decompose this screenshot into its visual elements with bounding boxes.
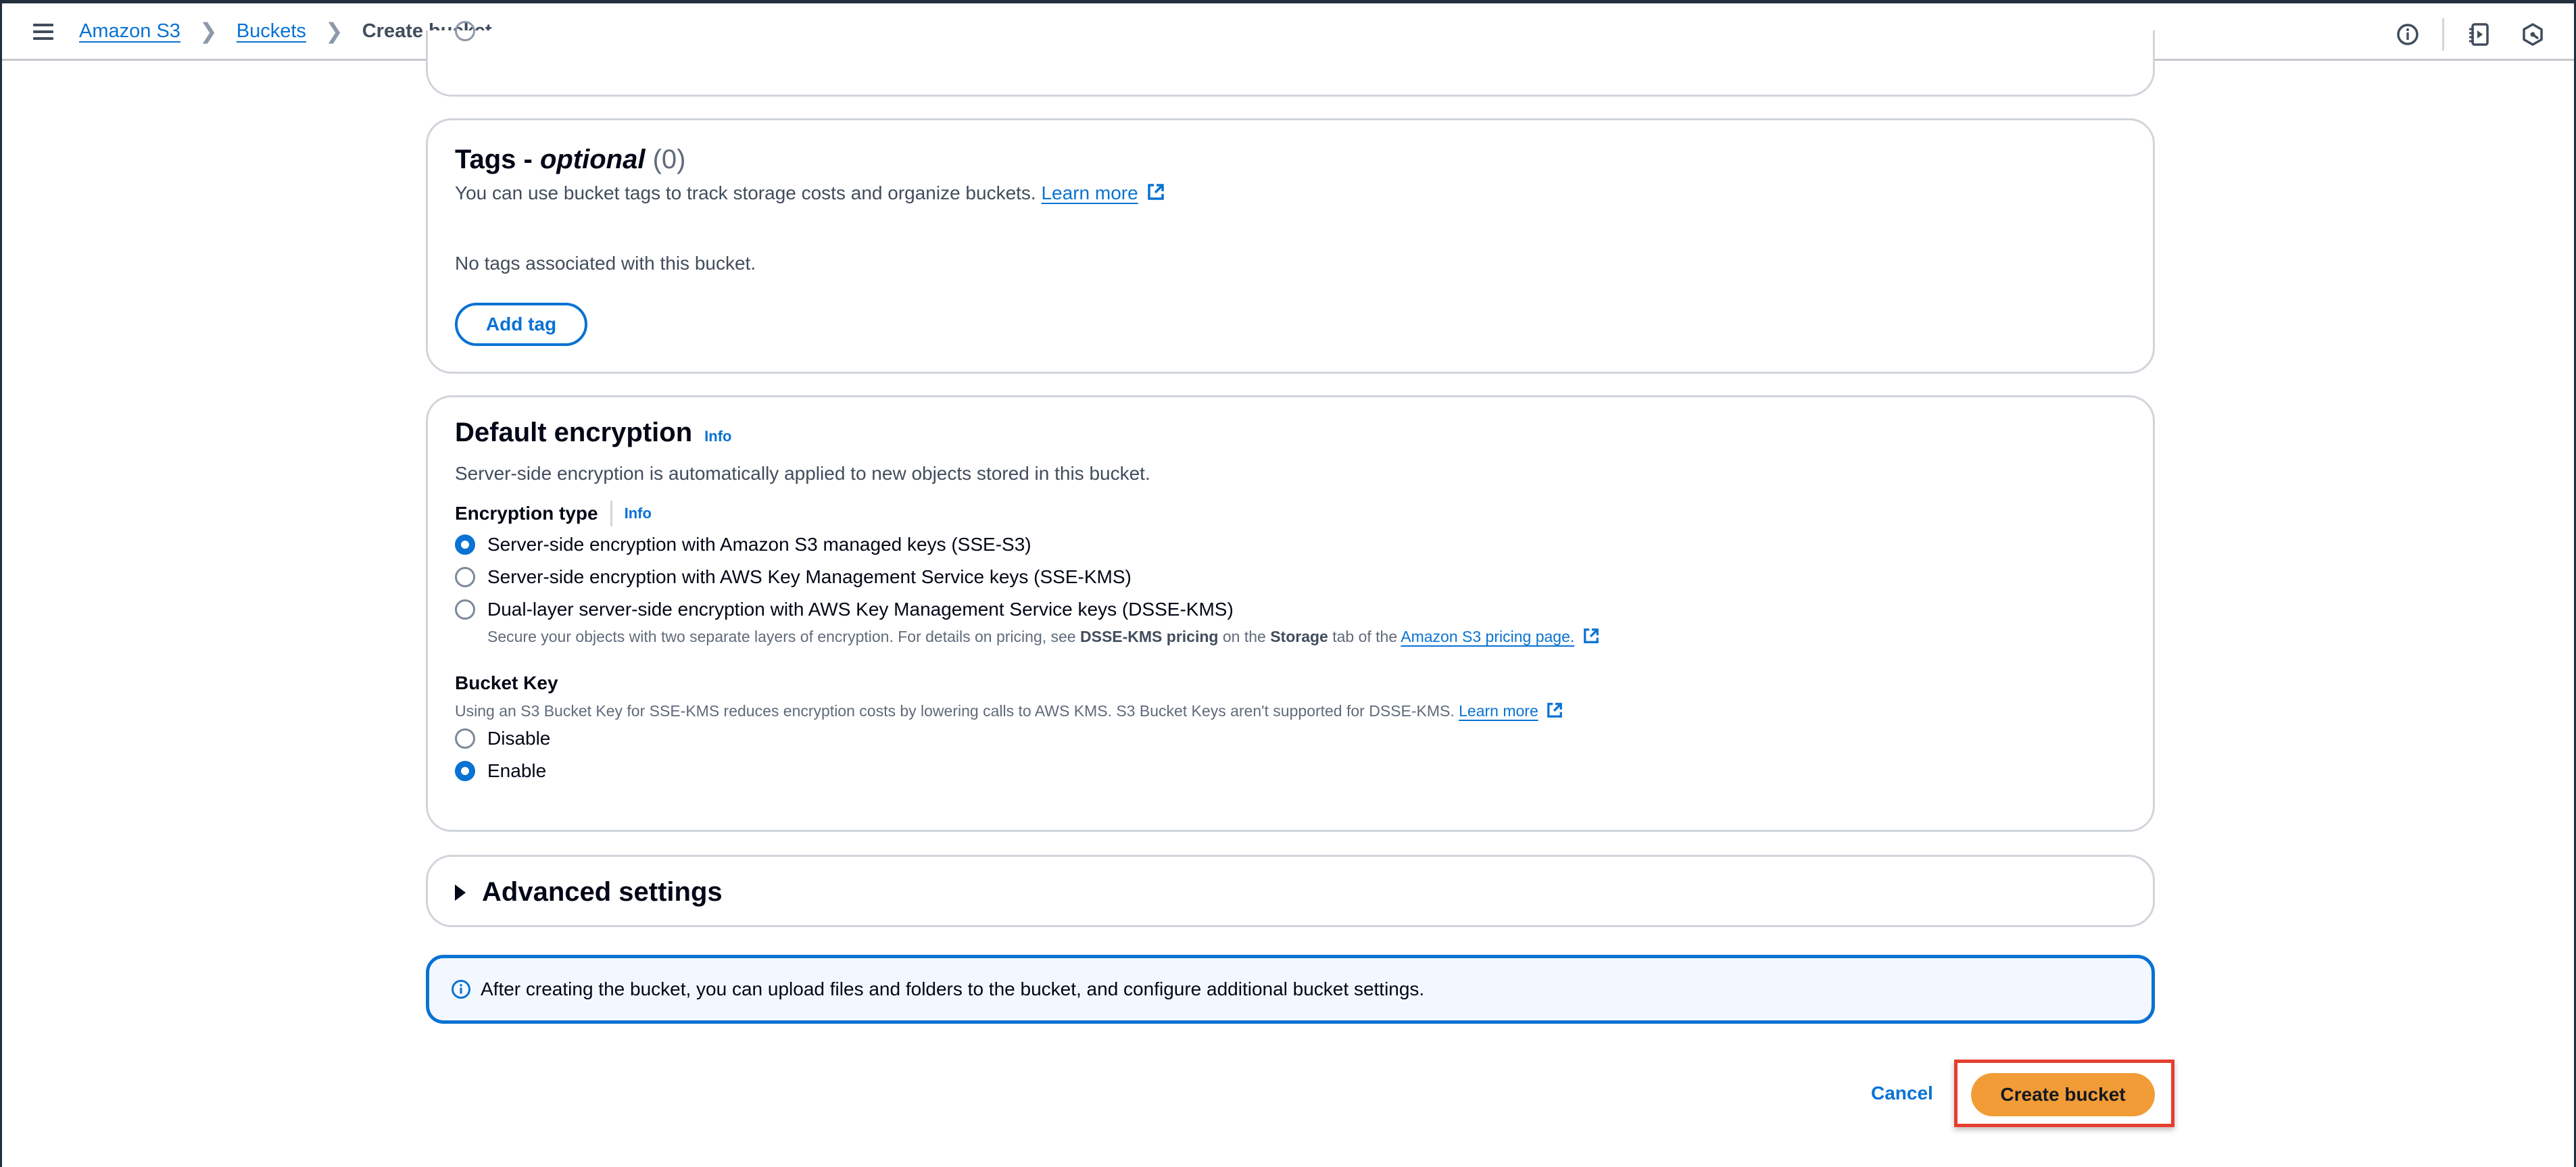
dsse-desc-pricing: DSSE-KMS pricing bbox=[1080, 628, 1219, 646]
breadcrumb-amazon-s3[interactable]: Amazon S3 bbox=[79, 20, 180, 43]
top-utility-icons bbox=[2393, 18, 2547, 51]
radio-sse-s3-label: Server-side encryption with Amazon S3 ma… bbox=[487, 534, 1031, 555]
bucket-key-description-text: Using an S3 Bucket Key for SSE-KMS reduc… bbox=[455, 702, 1455, 720]
tags-learn-more-link[interactable]: Learn more bbox=[1041, 182, 1138, 203]
tags-empty-text: No tags associated with this bucket. bbox=[455, 253, 756, 274]
radio-dsse-kms[interactable]: Dual-layer server-side encryption with A… bbox=[455, 599, 1234, 620]
dsse-desc-suffix: tab of the bbox=[1328, 628, 1401, 646]
advanced-settings-panel[interactable]: Advanced settings bbox=[426, 855, 2155, 927]
dsse-desc-mid: on the bbox=[1218, 628, 1271, 646]
radio-unchecked-icon[interactable] bbox=[455, 728, 475, 749]
external-link-icon bbox=[1147, 183, 1165, 205]
radio-checked-icon[interactable] bbox=[455, 761, 475, 781]
tags-description: You can use bucket tags to track storage… bbox=[455, 182, 1165, 205]
radio-dsse-kms-label: Dual-layer server-side encryption with A… bbox=[487, 599, 1234, 620]
radio-bucket-key-enable[interactable]: Enable bbox=[455, 760, 546, 782]
bucket-key-label: Bucket Key bbox=[455, 672, 558, 693]
encryption-type-label: Encryption type bbox=[455, 503, 598, 524]
bucket-key-learn-more-link[interactable]: Learn more bbox=[1459, 702, 1538, 720]
dsse-desc-prefix: Secure your objects with two separate la… bbox=[487, 628, 1080, 646]
radio-unchecked-icon[interactable] bbox=[455, 567, 475, 587]
caret-right-icon bbox=[455, 884, 466, 901]
external-link-icon bbox=[1583, 628, 1599, 648]
radio-sse-kms-label: Server-side encryption with AWS Key Mana… bbox=[487, 566, 1132, 587]
info-alert-content: After creating the bucket, you can uploa… bbox=[451, 978, 1424, 1000]
encryption-title: Default encryption bbox=[455, 418, 693, 447]
encryption-description: Server-side encryption is automatically … bbox=[455, 463, 1150, 484]
encryption-info-link[interactable]: Info bbox=[704, 428, 731, 445]
encryption-header: Default encryption Info bbox=[455, 418, 731, 448]
info-circle-icon[interactable] bbox=[2393, 20, 2422, 49]
radio-disable-label: Disable bbox=[487, 728, 551, 749]
radio-checked-icon[interactable] bbox=[455, 535, 475, 555]
tags-count: (0) bbox=[652, 145, 686, 174]
browser-frame: Amazon S3 ❯ Buckets ❯ Create bucket Tags… bbox=[0, 0, 2576, 1167]
default-encryption-panel: Default encryption Info Server-side encr… bbox=[426, 395, 2155, 832]
s3-pricing-page-link[interactable]: Amazon S3 pricing page. bbox=[1401, 628, 1574, 645]
info-circle-icon bbox=[451, 979, 471, 999]
breadcrumb-buckets[interactable]: Buckets bbox=[237, 20, 306, 43]
dsse-desc-storage: Storage bbox=[1270, 628, 1328, 646]
tags-title-optional: optional bbox=[539, 145, 646, 174]
radio-enable-label: Enable bbox=[487, 760, 547, 781]
radio-sse-s3[interactable]: Server-side encryption with Amazon S3 ma… bbox=[455, 534, 1031, 555]
radio-sse-kms[interactable]: Server-side encryption with AWS Key Mana… bbox=[455, 566, 1132, 588]
radio-partial bbox=[455, 21, 475, 41]
chevron-right-icon: ❯ bbox=[324, 19, 343, 43]
advanced-settings-toggle[interactable]: Advanced settings bbox=[455, 877, 723, 908]
dsse-kms-description: Secure your objects with two separate la… bbox=[487, 628, 1599, 648]
settings-hexagon-icon[interactable] bbox=[2519, 20, 2547, 49]
bucket-key-description: Using an S3 Bucket Key for SSE-KMS reduc… bbox=[455, 702, 1563, 722]
tags-title-text: Tags - bbox=[455, 145, 540, 174]
divider bbox=[610, 501, 612, 526]
radio-bucket-key-disable[interactable]: Disable bbox=[455, 728, 550, 749]
advanced-settings-title: Advanced settings bbox=[482, 877, 723, 907]
cancel-button[interactable]: Cancel bbox=[1871, 1083, 1933, 1104]
radio-unchecked-icon[interactable] bbox=[455, 599, 475, 620]
encryption-type-label-row: Encryption type Info bbox=[455, 501, 652, 526]
external-link-icon bbox=[1547, 702, 1563, 722]
tags-description-text: You can use bucket tags to track storage… bbox=[455, 182, 1036, 203]
chevron-right-icon: ❯ bbox=[199, 19, 218, 43]
tags-title: Tags - optional (0) bbox=[455, 145, 685, 175]
info-alert-text: After creating the bucket, you can uploa… bbox=[481, 978, 1425, 999]
create-bucket-button[interactable]: Create bucket bbox=[1971, 1073, 2155, 1116]
previous-section-panel bbox=[426, 21, 2155, 97]
divider bbox=[2442, 18, 2444, 51]
tags-panel: Tags - optional (0) You can use bucket t… bbox=[426, 118, 2155, 374]
cloudshell-notebook-icon[interactable] bbox=[2464, 20, 2493, 49]
add-tag-button[interactable]: Add tag bbox=[455, 303, 587, 346]
info-alert: After creating the bucket, you can uploa… bbox=[426, 955, 2155, 1024]
hamburger-menu-icon[interactable] bbox=[33, 24, 53, 40]
encryption-type-info-link[interactable]: Info bbox=[625, 505, 652, 522]
